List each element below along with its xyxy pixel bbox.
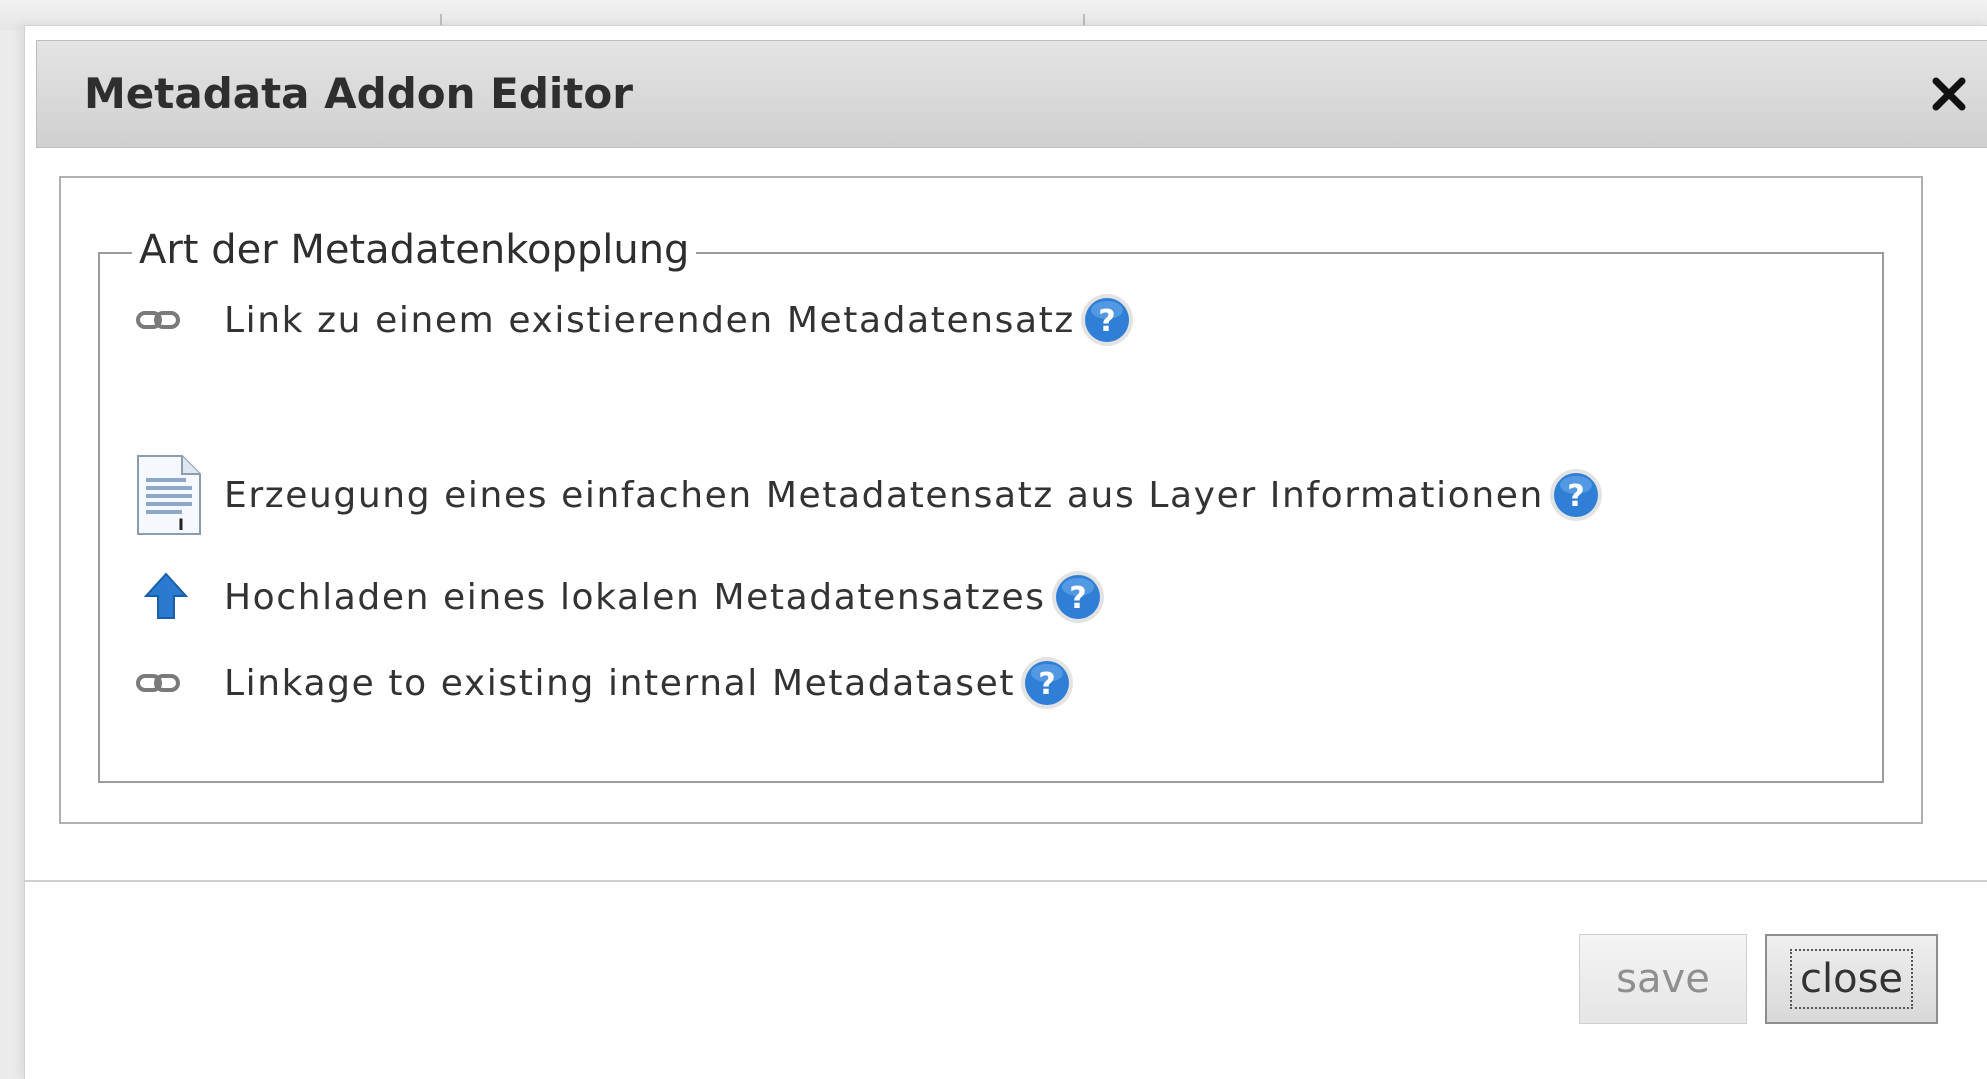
- svg-text:?: ?: [1567, 479, 1584, 514]
- option-linkage-internal-metadataset[interactable]: Linkage to existing internal Metadataset…: [128, 643, 1075, 723]
- help-icon[interactable]: ?: [1548, 467, 1604, 523]
- option-label: Erzeugung eines einfachen Metadatensatz …: [224, 474, 1544, 516]
- option-link-existing-metadata[interactable]: Link zu einem existierenden Metadatensat…: [128, 280, 1135, 360]
- svg-text:?: ?: [1098, 304, 1115, 339]
- svg-text:I: I: [178, 515, 184, 534]
- chain-link-icon: [128, 643, 224, 723]
- chain-link-icon: [128, 280, 224, 360]
- help-icon[interactable]: ?: [1050, 569, 1106, 625]
- upload-arrow-icon: [128, 557, 224, 637]
- option-upload-local-metadata[interactable]: Hochladen eines lokalen Metadatensatzes …: [128, 557, 1106, 637]
- option-label: Link zu einem existierenden Metadatensat…: [224, 299, 1075, 341]
- option-label: Linkage to existing internal Metadataset: [224, 662, 1016, 704]
- close-button[interactable]: close: [1765, 934, 1938, 1024]
- dialog-footer-divider: [24, 880, 1987, 882]
- fieldset-legend: Art der Metadatenkopplung: [132, 224, 697, 276]
- dialog-title: Metadata Addon Editor: [84, 69, 633, 118]
- option-create-from-layer-info[interactable]: I Erzeugung eines einfachen Metadatensat…: [128, 455, 1604, 535]
- help-icon[interactable]: ?: [1019, 655, 1075, 711]
- svg-text:?: ?: [1038, 667, 1055, 702]
- help-icon[interactable]: ?: [1079, 292, 1135, 348]
- save-button[interactable]: save: [1579, 934, 1747, 1024]
- close-button-label: close: [1789, 949, 1914, 1009]
- svg-text:?: ?: [1069, 581, 1086, 616]
- option-label: Hochladen eines lokalen Metadatensatzes: [224, 576, 1046, 618]
- close-icon[interactable]: [1924, 69, 1974, 119]
- dialog-titlebar[interactable]: Metadata Addon Editor: [36, 40, 1987, 148]
- document-icon: I: [128, 455, 224, 535]
